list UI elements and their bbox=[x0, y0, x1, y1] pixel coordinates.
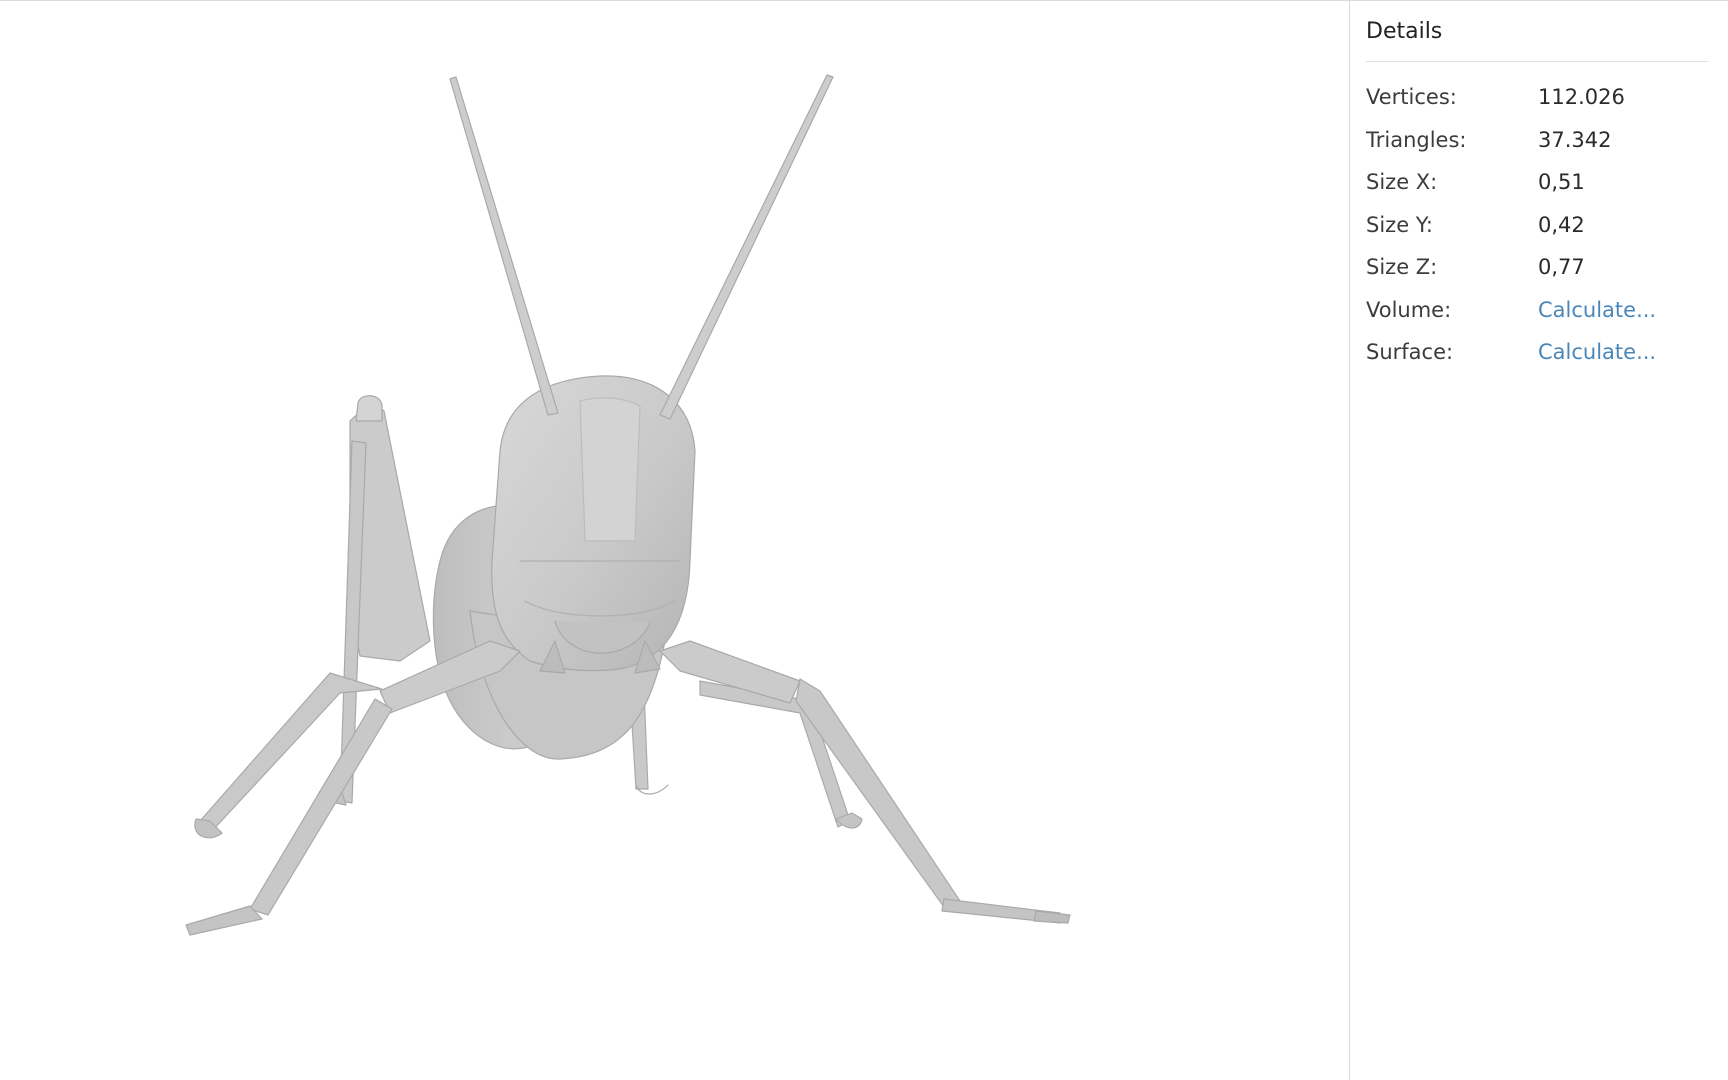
3d-viewport[interactable] bbox=[0, 1, 1349, 1080]
detail-row-volume: Volume: Calculate... bbox=[1366, 289, 1716, 332]
vertices-label: Vertices: bbox=[1366, 85, 1457, 110]
detail-row-size-z: Size Z: 0,77 bbox=[1366, 246, 1716, 289]
detail-row-triangles: Triangles: 37.342 bbox=[1366, 119, 1716, 162]
detail-row-vertices: Vertices: 112.026 bbox=[1366, 76, 1716, 119]
app-window: Details Vertices: 112.026 Triangles: 37.… bbox=[0, 0, 1728, 1080]
volume-label: Volume: bbox=[1366, 297, 1452, 322]
size-y-label: Size Y: bbox=[1366, 212, 1433, 237]
detail-row-size-x: Size X: 0,51 bbox=[1366, 161, 1716, 204]
size-x-label: Size X: bbox=[1366, 170, 1438, 195]
details-list: Vertices: 112.026 Triangles: 37.342 Size… bbox=[1366, 76, 1716, 374]
triangles-label: Triangles: bbox=[1366, 127, 1467, 152]
grasshopper-model-icon[interactable] bbox=[0, 1, 1349, 1080]
triangles-value: 37.342 bbox=[1538, 127, 1612, 152]
detail-row-size-y: Size Y: 0,42 bbox=[1366, 204, 1716, 247]
calculate-volume-link[interactable]: Calculate... bbox=[1538, 298, 1656, 322]
calculate-surface-link[interactable]: Calculate... bbox=[1538, 340, 1656, 364]
size-x-value: 0,51 bbox=[1538, 170, 1585, 195]
size-z-label: Size Z: bbox=[1366, 255, 1438, 280]
size-z-value: 0,77 bbox=[1538, 255, 1585, 280]
surface-label: Surface: bbox=[1366, 340, 1454, 365]
detail-row-surface: Surface: Calculate... bbox=[1366, 331, 1716, 374]
details-title: Details bbox=[1366, 1, 1708, 62]
vertices-value: 112.026 bbox=[1538, 85, 1625, 110]
details-panel: Details Vertices: 112.026 Triangles: 37.… bbox=[1349, 1, 1728, 1080]
size-y-value: 0,42 bbox=[1538, 212, 1585, 237]
